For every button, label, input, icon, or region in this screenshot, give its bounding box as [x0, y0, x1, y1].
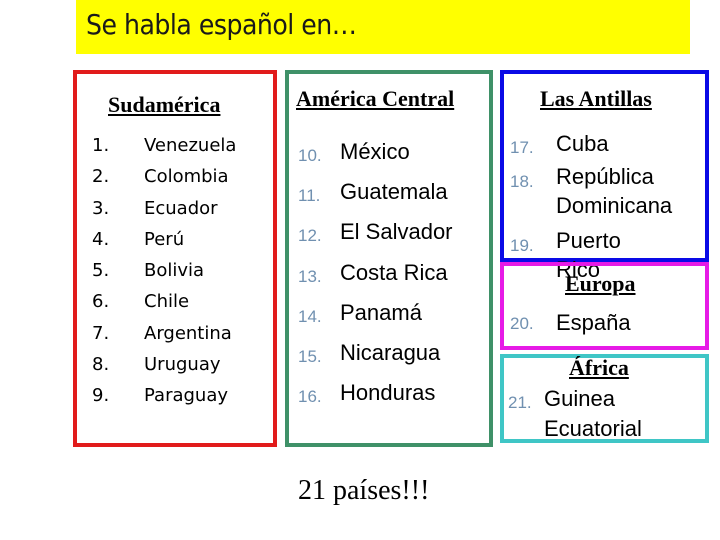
- country-name: República Dominicana: [556, 162, 672, 226]
- sudamerica-heading: Sudamérica: [108, 92, 221, 117]
- country-count-footer: 21 países!!!: [298, 475, 430, 506]
- list-item: 13. Costa Rica: [298, 255, 453, 295]
- country-name: Nicaragua: [340, 340, 441, 366]
- country-name: Costa Rica: [340, 259, 448, 285]
- item-number: 5.: [92, 260, 110, 282]
- item-number: 18.: [510, 172, 534, 191]
- country-name: Venezuela: [144, 135, 237, 156]
- country-name-line1: República: [556, 164, 654, 189]
- item-number: 16.: [298, 387, 322, 407]
- sudamerica-list: 1. Venezuela 2. Colombia 3. Ecuador 4. Perú …: [92, 130, 236, 412]
- africa-list: 21. Guinea Ecuatorial: [508, 384, 642, 444]
- page-title: Se habla español en…: [86, 8, 357, 41]
- country-name: Guatemala: [340, 179, 448, 205]
- country-name: Paraguay: [144, 385, 229, 407]
- list-item: 8. Uruguay: [92, 349, 236, 380]
- item-number: 7.: [92, 322, 110, 344]
- list-item: 11. Guatemala: [298, 174, 453, 214]
- country-name: Perú: [144, 228, 185, 250]
- list-item: 9. Paraguay: [92, 380, 236, 411]
- europa-heading: Europa: [565, 271, 636, 296]
- country-name: México: [340, 139, 410, 164]
- list-item: 18. República Dominicana: [510, 162, 672, 226]
- europa-list: 20. España: [510, 310, 631, 336]
- country-name: España: [556, 310, 631, 335]
- list-item: 2. Colombia: [92, 161, 236, 192]
- item-number: 15.: [298, 347, 322, 367]
- central-america-heading: América Central: [296, 86, 455, 111]
- list-item: 5. Bolivia: [92, 255, 236, 286]
- item-number: 20.: [510, 314, 534, 333]
- country-name: Colombia: [144, 166, 229, 188]
- country-name-line2: Dominicana: [556, 193, 673, 218]
- item-number: 3.: [92, 197, 110, 219]
- list-item: 17. Cuba: [510, 128, 672, 162]
- antillas-list: 17. Cuba 18. República Dominicana 19. Puerto…: [510, 128, 672, 284]
- list-item: 16. Honduras: [298, 375, 453, 415]
- item-number: 8.: [92, 354, 110, 376]
- country-name-line1: Guinea: [544, 386, 615, 411]
- list-item: 14. Panamá: [298, 295, 453, 335]
- item-number: 21.: [508, 393, 532, 412]
- list-item: 4. Perú: [92, 224, 236, 255]
- country-name: El Salvador: [340, 219, 453, 245]
- item-number: 2.: [92, 166, 110, 188]
- country-name: Panamá: [340, 299, 422, 325]
- country-name: Guinea Ecuatorial: [544, 384, 642, 444]
- title-banner: Se habla español en…: [76, 0, 690, 54]
- central-america-list: 10. México 11. Guatemala 12. El Salvador 13…: [298, 134, 453, 415]
- country-name: Uruguay: [144, 354, 221, 376]
- item-number: 12.: [298, 226, 322, 246]
- country-name: Cuba: [556, 131, 609, 156]
- list-item: 1. Venezuela: [92, 130, 236, 161]
- item-number: 14.: [298, 306, 322, 326]
- item-number: 17.: [510, 138, 534, 157]
- item-number: 4.: [92, 228, 110, 250]
- list-item: 20. España: [510, 310, 631, 336]
- list-item: 7. Argentina: [92, 318, 236, 349]
- country-name: Bolivia: [144, 260, 205, 282]
- africa-heading: África: [569, 355, 629, 380]
- list-item: 6. Chile: [92, 286, 236, 317]
- item-number: 11.: [298, 186, 321, 206]
- item-number: 13.: [298, 266, 322, 286]
- antillas-heading: Las Antillas: [540, 86, 652, 111]
- item-number: 1.: [92, 135, 110, 156]
- list-item: 21. Guinea Ecuatorial: [508, 384, 642, 444]
- country-name-line2: Ecuatorial: [544, 416, 642, 441]
- list-item: 15. Nicaragua: [298, 335, 453, 375]
- country-name-line1: Puerto: [556, 228, 621, 253]
- item-number: 10.: [298, 146, 322, 165]
- list-item: 12. El Salvador: [298, 214, 453, 254]
- list-item: 3. Ecuador: [92, 193, 236, 224]
- item-number: 6.: [92, 291, 110, 313]
- list-item: 10. México: [298, 134, 453, 174]
- country-name: Ecuador: [144, 197, 218, 219]
- item-number: 9.: [92, 385, 110, 407]
- country-name: Honduras: [340, 380, 436, 406]
- country-name: Argentina: [144, 322, 232, 344]
- country-name: Chile: [144, 291, 190, 313]
